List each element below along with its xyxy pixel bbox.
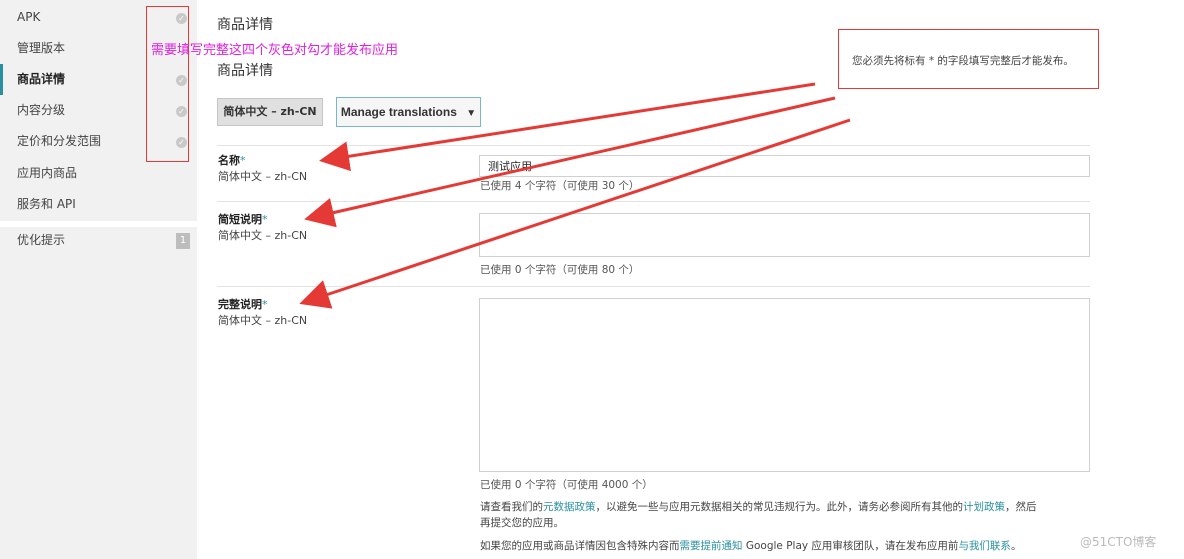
sidebar-item-label: 应用内商品 — [17, 166, 78, 180]
metadata-policy-link[interactable]: 元数据政策 — [543, 501, 596, 513]
sidebar-item-label: 服务和 API — [17, 197, 76, 211]
short-description-input[interactable] — [479, 213, 1090, 257]
sidebar-item-in-app-products[interactable]: 应用内商品 — [0, 158, 197, 189]
sidebar-item-label: 定价和分发范围 — [17, 134, 102, 148]
short-description-counter: 已使用 0 个字符（可使用 80 个） — [480, 264, 640, 276]
manage-translations-label: Manage translations — [340, 105, 457, 119]
name-input[interactable]: 测试应用 — [479, 155, 1090, 177]
policy-paragraph: 请查看我们的元数据政策，以避免一些与应用元数据相关的常见违规行为。此外，请务必参… — [480, 501, 1037, 529]
divider — [217, 201, 1090, 202]
sidebar-item-optimization-tips[interactable]: 优化提示 — [0, 225, 197, 256]
annotation-text: 需要填写完整这四个灰色对勾才能发布应用 — [151, 43, 399, 58]
count-badge: 1 — [176, 233, 190, 249]
page-title: 商品详情 — [217, 17, 273, 33]
manage-translations-button[interactable]: Manage translations ▼ — [336, 97, 481, 127]
annotation-box-checks — [146, 6, 189, 162]
required-mark: * — [262, 213, 268, 226]
full-description-counter: 已使用 0 个字符（可使用 4000 个） — [480, 479, 653, 491]
short-description-lang: 简体中文 – zh-CN — [218, 229, 308, 242]
program-policies-link[interactable]: 计划政策 — [963, 501, 1005, 513]
sidebar-item-label: 管理版本 — [17, 41, 66, 55]
sidebar-item-label: 优化提示 — [17, 233, 66, 247]
watermark: @51CTO博客 — [1080, 535, 1157, 549]
sidebar-item-label: APK — [17, 10, 41, 24]
advance-notice-link[interactable]: 需要提前通知 — [680, 540, 743, 552]
tab-language-zh-cn[interactable]: 简体中文 – zh-CN — [217, 98, 323, 126]
advance-notice-paragraph: 如果您的应用或商品详情因包含特殊内容而需要提前通知 Google Play 应用… — [480, 540, 1022, 552]
full-description-label: 完整说明* — [218, 298, 268, 311]
name-lang: 简体中文 – zh-CN — [218, 170, 308, 183]
name-counter: 已使用 4 个字符（可使用 30 个） — [480, 180, 640, 192]
sidebar-item-label: 内容分级 — [17, 103, 66, 117]
sidebar-item-label: 商品详情 — [17, 72, 66, 86]
required-notice: 您必须先将标有 * 的字段填写完整后才能发布。 — [852, 55, 1074, 67]
section-title: 商品详情 — [217, 63, 273, 79]
divider — [217, 145, 1090, 146]
full-description-lang: 简体中文 – zh-CN — [218, 314, 308, 327]
divider — [217, 286, 1090, 287]
required-mark: * — [262, 298, 268, 311]
required-mark: * — [240, 154, 246, 167]
contact-us-link[interactable]: 与我们联系 — [958, 540, 1011, 552]
name-label: 名称* — [218, 154, 246, 167]
caret-down-icon: ▼ — [466, 108, 477, 119]
full-description-textarea[interactable] — [479, 298, 1090, 472]
short-description-label: 简短说明* — [218, 213, 268, 226]
sidebar-item-services-api[interactable]: 服务和 API — [0, 189, 197, 220]
